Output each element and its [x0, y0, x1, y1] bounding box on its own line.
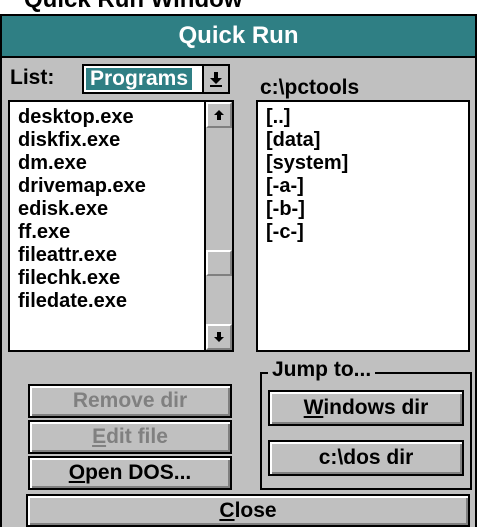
- directory-item[interactable]: [data]: [266, 129, 468, 152]
- open-dos-label: Open DOS...: [68, 461, 192, 484]
- programs-scrollbar[interactable]: [204, 102, 232, 350]
- scroll-thumb[interactable]: [206, 250, 232, 276]
- program-item[interactable]: dm.exe: [18, 152, 232, 175]
- program-item[interactable]: ff.exe: [18, 221, 232, 244]
- programs-list[interactable]: desktop.exe diskfix.exe dm.exe drivemap.exe…: [8, 100, 234, 352]
- window-title: Quick Run: [178, 22, 299, 49]
- directory-item[interactable]: [system]: [266, 152, 468, 175]
- program-item[interactable]: fileattr.exe: [18, 244, 232, 267]
- title-bar: Quick Run: [2, 16, 475, 58]
- dos-dir-button[interactable]: c:\dos dir: [268, 440, 464, 476]
- list-label: List:: [10, 66, 55, 89]
- dropdown-button[interactable]: [202, 66, 228, 92]
- list-type-dropdown[interactable]: Programs: [82, 64, 230, 94]
- chevron-down-icon: [210, 72, 222, 87]
- windows-dir-button[interactable]: Windows dir: [268, 390, 464, 426]
- open-dos-button[interactable]: Open DOS...: [28, 456, 232, 490]
- jump-to-group: Jump to... Windows dir c:\dos dir: [260, 358, 472, 490]
- program-item[interactable]: drivemap.exe: [18, 175, 232, 198]
- dos-dir-label: c:\dos dir: [318, 446, 414, 469]
- program-item[interactable]: edisk.exe: [18, 198, 232, 221]
- jump-to-title: Jump to...: [268, 358, 376, 382]
- edit-file-label: Edit file: [92, 425, 168, 448]
- windows-dir-label: Windows dir: [303, 396, 429, 419]
- remove-dir-label: Remove dir: [72, 389, 188, 412]
- current-path: c:\pctools: [260, 76, 360, 99]
- remove-dir-button[interactable]: Remove dir: [28, 384, 232, 418]
- program-item[interactable]: desktop.exe: [18, 106, 232, 129]
- scroll-down-button[interactable]: [206, 324, 232, 350]
- close-button[interactable]: Close: [26, 494, 470, 527]
- scroll-up-button[interactable]: [206, 102, 232, 128]
- program-item[interactable]: filedate.exe: [18, 290, 232, 313]
- directory-item[interactable]: [..]: [266, 106, 468, 129]
- quick-run-window: Quick Run List: Programs c:\pctools desk…: [0, 14, 477, 527]
- directories-list[interactable]: [..] [data] [system] [-a-] [-b-] [-c-]: [256, 100, 470, 352]
- directory-item[interactable]: [-a-]: [266, 175, 468, 198]
- directory-item[interactable]: [-b-]: [266, 198, 468, 221]
- arrow-down-icon: [214, 332, 224, 342]
- program-item[interactable]: diskfix.exe: [18, 129, 232, 152]
- directory-item[interactable]: [-c-]: [266, 221, 468, 244]
- window-caption: Quick Run Window: [24, 0, 242, 13]
- program-item[interactable]: filechk.exe: [18, 267, 232, 290]
- close-label: Close: [219, 498, 277, 522]
- list-type-selected: Programs: [86, 68, 193, 90]
- arrow-up-icon: [214, 110, 224, 120]
- edit-file-button[interactable]: Edit file: [28, 420, 232, 454]
